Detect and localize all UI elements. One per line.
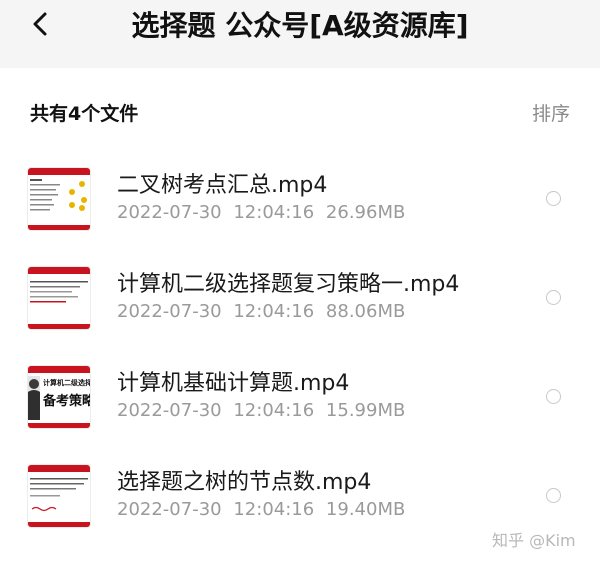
- select-radio[interactable]: [546, 290, 561, 305]
- file-row[interactable]: 计算机二级选择题 备考策略 计算机基础计算题.mp4 2022-07-30 12…: [0, 365, 600, 464]
- thumbnail-text-line2: 备考策略: [43, 394, 91, 409]
- file-date: 2022-07-30: [117, 301, 222, 322]
- file-date: 2022-07-30: [117, 400, 222, 421]
- file-size: 26.96MB: [325, 202, 406, 223]
- file-meta: 2022-07-30 12:04:16 19.40MB: [117, 499, 405, 520]
- file-date: 2022-07-30: [117, 202, 222, 223]
- file-time: 12:04:16: [233, 499, 315, 520]
- page-title: 选择题 公众号[A级资源库]: [131, 9, 469, 42]
- file-row[interactable]: 计算机二级选择题复习策略一.mp4 2022-07-30 12:04:16 88…: [0, 266, 600, 365]
- select-radio[interactable]: [546, 191, 561, 206]
- select-radio[interactable]: [546, 488, 561, 503]
- thumbnail-text-line1: 计算机二级选择题: [43, 379, 90, 387]
- file-meta: 2022-07-30 12:04:16 88.06MB: [117, 301, 405, 322]
- summary-bar: 共有4个文件 排序: [0, 68, 600, 154]
- file-time: 12:04:16: [233, 301, 315, 322]
- video-thumbnail: [27, 464, 91, 528]
- file-meta: 2022-07-30 12:04:16 26.96MB: [117, 202, 405, 223]
- file-time: 12:04:16: [233, 202, 315, 223]
- file-meta: 2022-07-30 12:04:16 15.99MB: [117, 400, 405, 421]
- sort-button[interactable]: 排序: [532, 99, 570, 126]
- file-name: 计算机基础计算题.mp4: [117, 371, 350, 396]
- file-row[interactable]: 二叉树考点汇总.mp4 2022-07-30 12:04:16 26.96MB: [0, 167, 600, 266]
- file-count-label: 共有4个文件: [30, 103, 139, 125]
- file-name: 选择题之树的节点数.mp4: [117, 470, 372, 495]
- video-thumbnail: 计算机二级选择题 备考策略: [27, 365, 91, 429]
- file-name: 二叉树考点汇总.mp4: [117, 173, 328, 198]
- file-size: 88.06MB: [325, 301, 406, 322]
- file-size: 19.40MB: [325, 499, 406, 520]
- select-radio[interactable]: [546, 389, 561, 404]
- video-thumbnail: [27, 266, 91, 330]
- file-size: 15.99MB: [325, 400, 406, 421]
- watermark: 知乎 @Kim: [492, 531, 576, 550]
- video-thumbnail: [27, 167, 91, 231]
- file-time: 12:04:16: [233, 400, 315, 421]
- file-date: 2022-07-30: [117, 499, 222, 520]
- file-name: 计算机二级选择题复习策略一.mp4: [117, 272, 460, 297]
- top-bar: 选择题 公众号[A级资源库]: [0, 0, 600, 68]
